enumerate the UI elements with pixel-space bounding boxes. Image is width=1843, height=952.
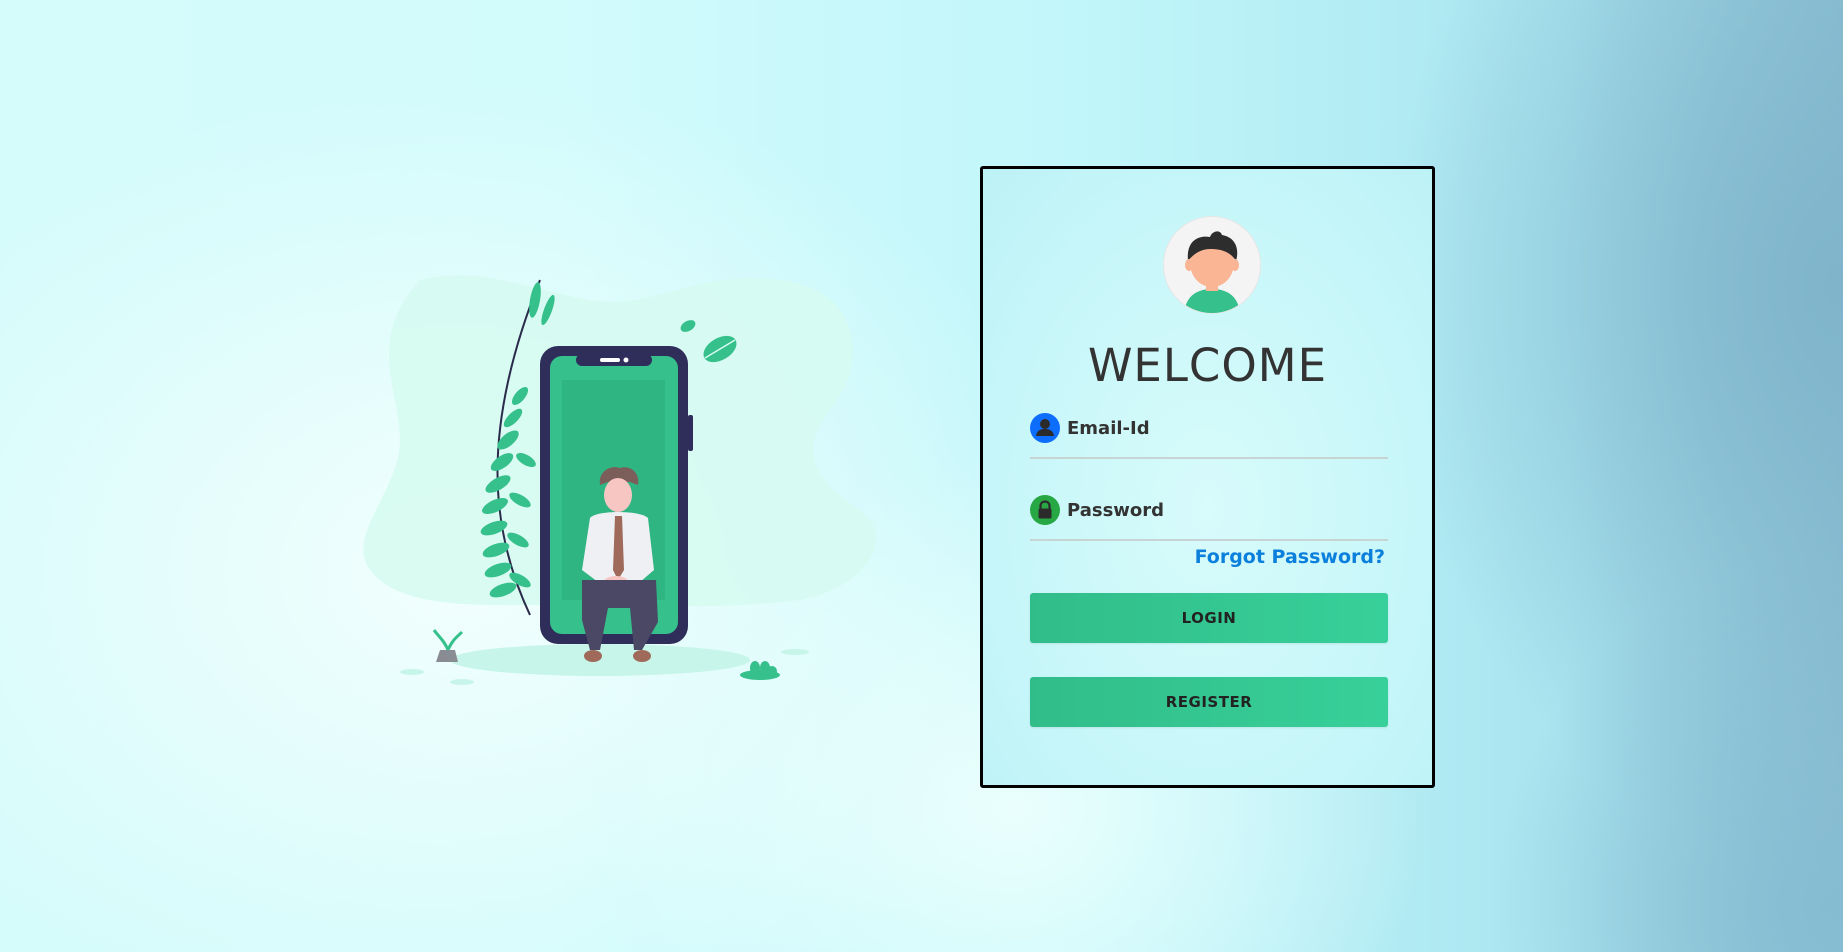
login-button[interactable]: LOGIN: [1030, 593, 1388, 643]
password-input[interactable]: [1067, 495, 1391, 537]
login-card: WELCOME Email-Id Password Forgot Passwor…: [980, 166, 1435, 788]
forgot-password-link[interactable]: Forgot Password?: [1195, 546, 1385, 568]
user-avatar-icon: [1164, 217, 1260, 313]
register-button[interactable]: REGISTER: [1030, 677, 1388, 727]
hero-illustration: [363, 275, 877, 685]
user-icon: [1030, 413, 1060, 443]
password-field[interactable]: Password: [1030, 495, 1391, 541]
welcome-heading: WELCOME: [1087, 339, 1328, 392]
lock-icon: [1030, 495, 1060, 525]
grass-tuft-icon: [740, 661, 780, 680]
email-field[interactable]: Email-Id: [1030, 413, 1391, 459]
email-input[interactable]: [1067, 413, 1391, 455]
